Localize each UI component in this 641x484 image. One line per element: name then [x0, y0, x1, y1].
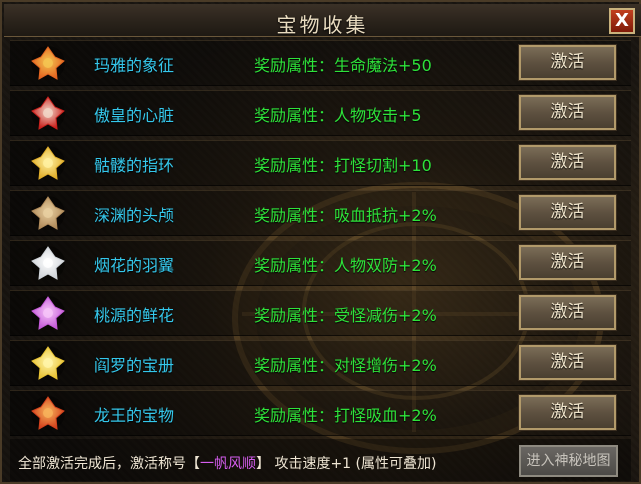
- treasure-row: 玛雅的象征 奖励属性：生命魔法+50 激活: [10, 40, 631, 86]
- enter-mystery-map-button[interactable]: 进入神秘地图: [519, 445, 618, 477]
- dragon-treasure-icon: [28, 393, 68, 433]
- activate-button[interactable]: 激活: [518, 344, 617, 381]
- treasure-name: 深渊的头颅: [94, 206, 175, 225]
- treasure-bonus: 奖励属性：吸血抵抗+2%: [254, 206, 437, 225]
- heart-icon: [28, 93, 68, 133]
- maya-symbol-icon: [28, 43, 68, 83]
- treasure-row: 深渊的头颅 奖励属性：吸血抵抗+2% 激活: [10, 190, 631, 236]
- treasure-name: 龙王的宝物: [94, 406, 175, 425]
- treasure-row: 龙王的宝物 奖励属性：打怪吸血+2% 激活: [10, 390, 631, 436]
- treasure-bonus: 奖励属性：人物攻击+5: [254, 106, 422, 125]
- activate-button[interactable]: 激活: [518, 194, 617, 231]
- activate-button[interactable]: 激活: [518, 144, 617, 181]
- skull-ring-icon: [28, 143, 68, 183]
- treasure-row: 傲皇的心脏 奖励属性：人物攻击+5 激活: [10, 90, 631, 136]
- treasure-row: 骷髅的指环 奖励属性：打怪切割+10 激活: [10, 140, 631, 186]
- treasure-bonus: 奖励属性：生命魔法+50: [254, 56, 432, 75]
- activate-button[interactable]: 激活: [518, 394, 617, 431]
- activate-button[interactable]: 激活: [518, 44, 617, 81]
- treasure-name: 烟花的羽翼: [94, 256, 175, 275]
- treasure-name: 傲皇的心脏: [94, 106, 175, 125]
- treasure-row: 桃源的鲜花 奖励属性：受怪减伤+2% 激活: [10, 290, 631, 336]
- reward-title-name: 一帆风顺: [200, 456, 256, 472]
- activate-button[interactable]: 激活: [518, 294, 617, 331]
- treasure-name: 桃源的鲜花: [94, 306, 175, 325]
- abyss-skull-icon: [28, 193, 68, 233]
- treasure-bonus: 奖励属性：对怪增伤+2%: [254, 356, 437, 375]
- flower-icon: [28, 293, 68, 333]
- treasure-bonus: 奖励属性：打怪吸血+2%: [254, 406, 437, 425]
- footer-text-before: 全部激活完成后，激活称号【: [18, 456, 200, 472]
- treasure-name: 骷髅的指环: [94, 156, 175, 175]
- treasure-bonus: 奖励属性：人物双防+2%: [254, 256, 437, 275]
- footer-text-after: 】 攻击速度+1 (属性可叠加): [256, 456, 437, 472]
- activate-button[interactable]: 激活: [518, 244, 617, 281]
- treasure-collection-panel: 宝物收集 X 玛雅的象征 奖励属性：生命魔法+50 激活 傲皇的心脏 奖励属性：人物攻击…: [0, 0, 641, 484]
- close-button[interactable]: X: [609, 8, 635, 34]
- wing-icon: [28, 243, 68, 283]
- window-title: 宝物收集: [276, 13, 369, 37]
- treasure-bonus: 奖励属性：受怪减伤+2%: [254, 306, 437, 325]
- treasure-name: 阎罗的宝册: [94, 356, 175, 375]
- treasure-row: 烟花的羽翼 奖励属性：人物双防+2% 激活: [10, 240, 631, 286]
- book-icon: [28, 343, 68, 383]
- footer-bar: 全部激活完成后，激活称号【一帆风顺】 攻击速度+1 (属性可叠加) 进入神秘地图: [10, 439, 631, 481]
- footer-description: 全部激活完成后，激活称号【一帆风顺】 攻击速度+1 (属性可叠加): [18, 453, 436, 473]
- treasure-bonus: 奖励属性：打怪切割+10: [254, 156, 432, 175]
- activate-button[interactable]: 激活: [518, 94, 617, 131]
- treasure-name: 玛雅的象征: [94, 56, 175, 75]
- treasure-row: 阎罗的宝册 奖励属性：对怪增伤+2% 激活: [10, 340, 631, 386]
- title-bar: 宝物收集 X: [4, 4, 641, 37]
